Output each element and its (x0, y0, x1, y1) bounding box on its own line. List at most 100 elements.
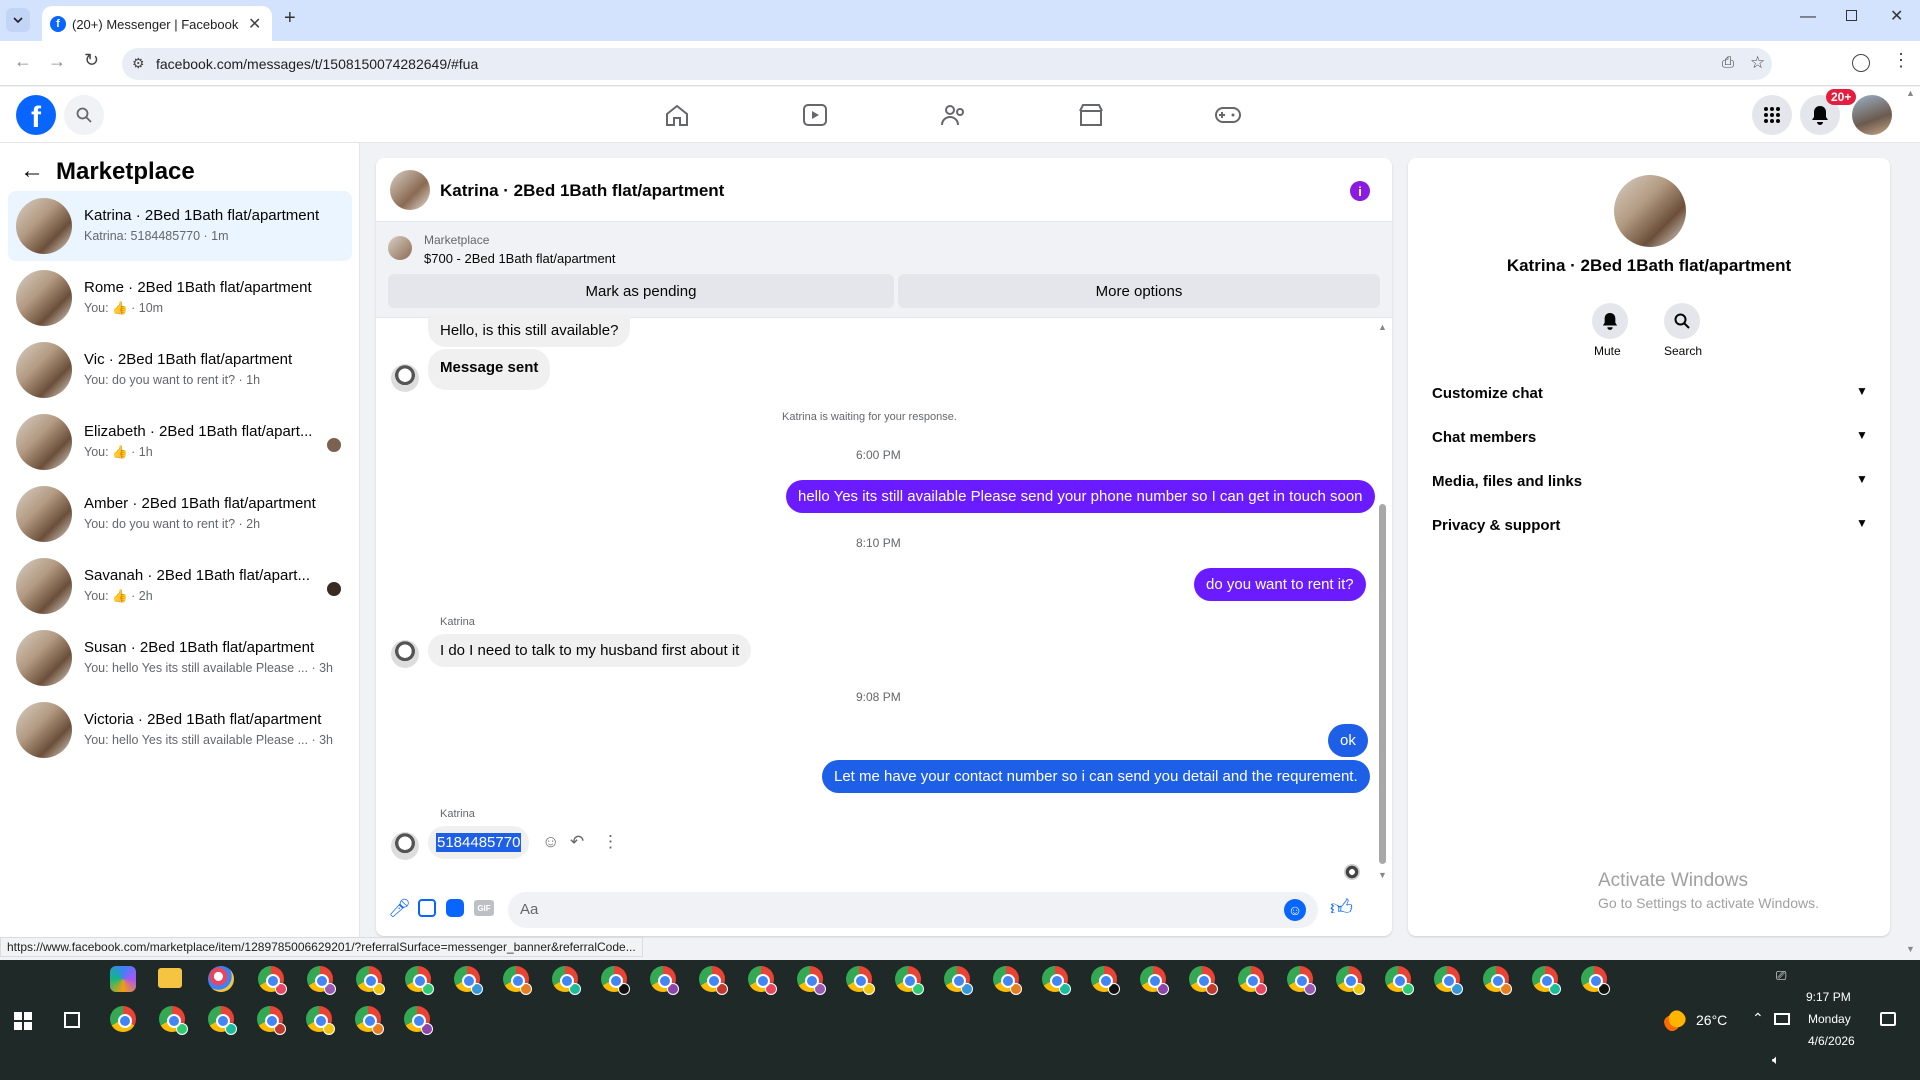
chrome-window-icon[interactable] (356, 966, 385, 995)
emoji-icon[interactable]: ☺ (1284, 899, 1306, 921)
paint-app-icon[interactable] (208, 966, 234, 992)
chrome-window-icon[interactable] (944, 966, 973, 995)
clock-date[interactable]: 4/6/2026 (1808, 1034, 1855, 1048)
conversation-item[interactable]: Vic · 2Bed 1Bath flat/apartment You: do … (8, 335, 352, 405)
chrome-window-icon[interactable] (748, 966, 777, 995)
new-tab-icon[interactable]: + (284, 7, 296, 30)
incoming-message[interactable]: 5184485770 (428, 826, 530, 859)
fb-search-icon[interactable] (64, 95, 104, 135)
weather-temp[interactable]: 26°C (1696, 1012, 1727, 1028)
outgoing-message[interactable]: ok (1328, 724, 1368, 757)
menu-grid-icon[interactable] (1752, 95, 1792, 135)
back-icon[interactable]: ← (14, 51, 32, 72)
site-info-icon[interactable]: ⚙ (132, 55, 145, 72)
selected-phone-number[interactable]: 5184485770 (436, 833, 522, 852)
chrome-window-icon[interactable] (1238, 966, 1267, 995)
minimize-icon[interactable]: — (1800, 8, 1816, 26)
forward-icon[interactable]: → (48, 51, 66, 72)
restore-icon[interactable] (1846, 10, 1857, 21)
chrome-window-icon[interactable] (159, 1006, 188, 1035)
listing-banner[interactable]: Marketplace $700 - 2Bed 1Bath flat/apart… (376, 222, 1392, 318)
browser-menu-icon[interactable]: ⋮ (1892, 50, 1910, 71)
conversation-item[interactable]: Savanah · 2Bed 1Bath flat/apart... You: … (8, 551, 352, 621)
more-options-button[interactable]: More options (898, 274, 1380, 308)
customize-chat-section[interactable]: Customize chat ▼ (1424, 372, 1874, 416)
chrome-window-icon[interactable] (258, 966, 287, 995)
search-chat-icon[interactable] (1664, 303, 1700, 339)
profile-icon[interactable] (1852, 54, 1870, 72)
react-emoji-icon[interactable]: ☺ (542, 832, 559, 852)
page-scroll-down-icon[interactable]: ▼ (1906, 944, 1915, 954)
chrome-window-icon[interactable] (650, 966, 679, 995)
install-app-icon[interactable]: ⎙ (1722, 54, 1734, 71)
like-send-icon[interactable]: 👍︎ (1330, 894, 1353, 921)
chrome-window-icon[interactable] (208, 1006, 237, 1035)
back-arrow-icon[interactable]: ← (20, 157, 44, 185)
outgoing-message[interactable]: do you want to rent it? (1194, 568, 1366, 601)
bookmark-star-icon[interactable]: ☆ (1750, 53, 1765, 73)
chrome-window-icon[interactable] (1287, 966, 1316, 995)
home-nav-icon[interactable] (664, 103, 690, 127)
chrome-window-icon[interactable] (306, 1006, 335, 1035)
media-files-section[interactable]: Media, files and links ▼ (1424, 460, 1874, 504)
page-scroll-up-icon[interactable]: ▲ (1906, 88, 1915, 98)
more-actions-icon[interactable]: ⋮ (602, 832, 619, 852)
volume-icon[interactable]: 🔈︎ (1772, 1052, 1780, 1068)
tab-close-icon[interactable]: ✕ (248, 14, 261, 34)
chrome-window-icon[interactable] (503, 966, 532, 995)
task-view-icon[interactable] (64, 1012, 80, 1028)
network-icon[interactable] (1774, 1013, 1790, 1025)
chrome-window-icon[interactable] (846, 966, 875, 995)
clock-time[interactable]: 9:17 PM (1806, 990, 1851, 1004)
address-bar[interactable]: ⚙ facebook.com/messages/t/15081500742826… (122, 48, 1772, 80)
url-text[interactable]: facebook.com/messages/t/1508150074282649… (156, 56, 478, 72)
scroll-up-icon[interactable]: ▲ (1378, 322, 1387, 332)
outgoing-message[interactable]: hello Yes its still available Please sen… (786, 480, 1375, 513)
tab-search-icon[interactable] (6, 8, 30, 32)
chrome-window-icon[interactable] (1581, 966, 1610, 995)
microphone-icon[interactable]: 🎤︎ (388, 898, 411, 919)
reply-icon[interactable]: ↶ (570, 832, 584, 852)
chrome-window-icon[interactable] (1434, 966, 1463, 995)
reload-icon[interactable]: ↻ (84, 50, 99, 71)
chrome-window-icon[interactable] (1483, 966, 1512, 995)
chrome-window-icon[interactable] (1042, 966, 1071, 995)
incoming-message[interactable]: Hello, is this still available? (428, 314, 631, 347)
mute-bell-icon[interactable] (1592, 303, 1628, 339)
chrome-window-icon[interactable] (601, 966, 630, 995)
conversation-item[interactable]: Katrina · 2Bed 1Bath flat/apartment Katr… (8, 191, 352, 261)
chat-avatar[interactable] (390, 170, 430, 210)
chrome-window-icon[interactable] (257, 1006, 286, 1035)
gif-icon[interactable]: GIF (474, 900, 494, 916)
gaming-nav-icon[interactable] (1214, 103, 1242, 127)
incoming-message[interactable]: Message sent (428, 349, 551, 390)
conversation-item[interactable]: Victoria · 2Bed 1Bath flat/apartment You… (8, 695, 352, 765)
incoming-message[interactable]: I do I need to talk to my husband first … (428, 634, 752, 667)
notification-center-icon[interactable] (1880, 1012, 1896, 1026)
conversation-item[interactable]: Elizabeth · 2Bed 1Bath flat/apart... You… (8, 407, 352, 477)
account-avatar[interactable] (1852, 95, 1892, 135)
chrome-window-icon[interactable] (895, 966, 924, 995)
copilot-app-icon[interactable] (110, 966, 136, 992)
video-nav-icon[interactable] (802, 103, 828, 127)
marketplace-nav-icon[interactable] (1078, 103, 1104, 127)
chrome-window-icon[interactable] (405, 966, 434, 995)
file-explorer-icon[interactable] (158, 968, 182, 988)
scroll-down-icon[interactable]: ▼ (1378, 870, 1387, 880)
info-icon[interactable]: i (1350, 181, 1370, 201)
chrome-window-icon[interactable] (699, 966, 728, 995)
chrome-window-icon[interactable] (552, 966, 581, 995)
chrome-window-icon[interactable] (1532, 966, 1561, 995)
chat-scrollbar[interactable]: ▲ ▼ (1378, 322, 1387, 882)
clock-day[interactable]: Monday (1808, 1012, 1851, 1026)
conversation-item[interactable]: Susan · 2Bed 1Bath flat/apartment You: h… (8, 623, 352, 693)
chat-members-section[interactable]: Chat members ▼ (1424, 416, 1874, 460)
chat-title[interactable]: Katrina · 2Bed 1Bath flat/apartment (440, 181, 724, 201)
chrome-window-icon[interactable] (1385, 966, 1414, 995)
sticker-icon[interactable] (446, 899, 464, 917)
conversation-item[interactable]: Amber · 2Bed 1Bath flat/apartment You: d… (8, 479, 352, 549)
chrome-window-icon[interactable] (1140, 966, 1169, 995)
mark-pending-button[interactable]: Mark as pending (388, 274, 894, 308)
chrome-window-icon[interactable] (307, 966, 336, 995)
scrollbar-thumb[interactable] (1379, 504, 1386, 864)
